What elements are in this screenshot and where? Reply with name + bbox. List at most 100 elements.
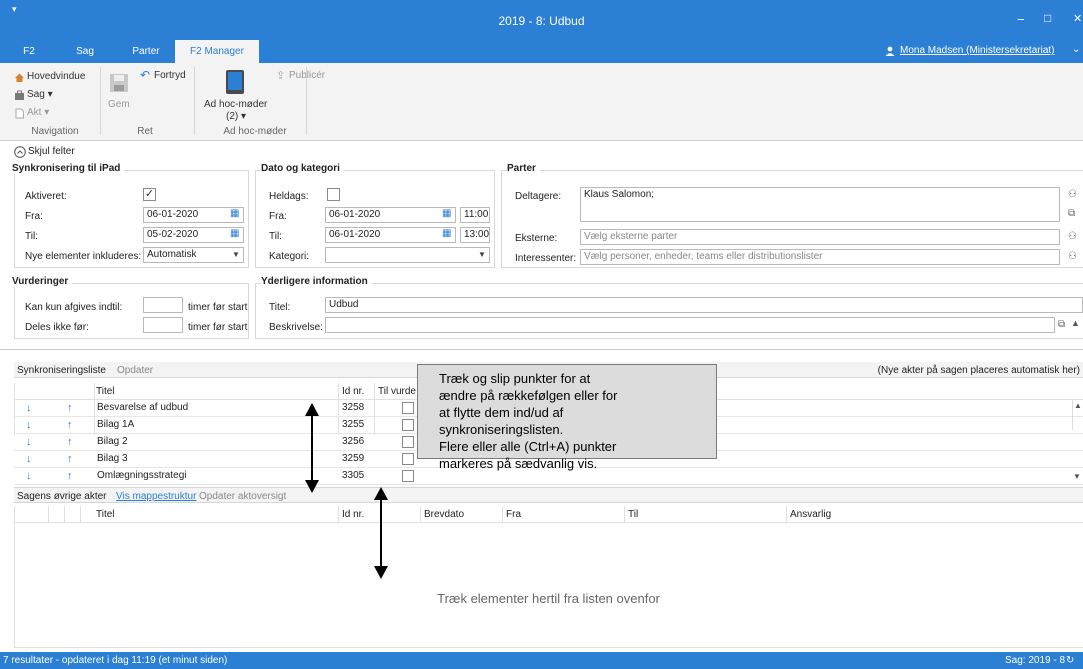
skjul-felter-toggle[interactable]: Skjul felter (14, 146, 94, 160)
dato-til-time-input[interactable]: 13:00 (460, 227, 490, 243)
move-down-icon[interactable]: ↓ (26, 451, 32, 467)
afgives-input[interactable] (143, 297, 183, 313)
tab-f2[interactable]: F2 (14, 40, 44, 63)
scroll-down-icon[interactable]: ▼ (1073, 472, 1081, 481)
row-checkbox[interactable] (402, 470, 414, 482)
interessenter-input[interactable]: Vælg personer, enheder, teams eller dist… (580, 249, 1060, 265)
col-fra[interactable]: Fra (506, 509, 521, 520)
sync-fra-date-input[interactable]: 06-01-2020 (143, 207, 244, 223)
col-brevdato[interactable]: Brevdato (424, 509, 464, 520)
callout-line: Træk og slip punkter for at (439, 371, 591, 386)
akt-dropdown-button[interactable]: Akt ▾ (14, 107, 64, 121)
deltagere-input[interactable]: Klaus Salomon; (580, 187, 1060, 222)
move-up-icon[interactable]: ↑ (67, 417, 73, 433)
move-down-icon[interactable]: ↓ (26, 400, 32, 416)
undo-icon: ↶ (140, 68, 151, 82)
sag-dropdown-button[interactable]: Sag ▾ (14, 89, 64, 103)
sync-til-label: Til: (25, 231, 38, 242)
adhoc-moder-button[interactable]: Ad hoc-møder (2) ▾ (200, 69, 270, 125)
scroll-up-icon[interactable]: ▲ (1074, 401, 1082, 410)
col-id[interactable]: Id nr. (342, 386, 364, 397)
splitter[interactable] (0, 349, 1083, 350)
refresh-icon[interactable]: ↻ (1066, 652, 1074, 669)
sync-til-date-input[interactable]: 05-02-2020 (143, 227, 244, 243)
sync-list-tab[interactable]: Synkroniseringsliste (17, 365, 106, 376)
gem-label: Gem (108, 99, 130, 110)
people-picker-icon[interactable]: ⚇ (1068, 189, 1077, 200)
col-ansvarlig[interactable]: Ansvarlig (790, 509, 831, 520)
parter-heading: Parter (507, 163, 540, 174)
move-up-icon[interactable]: ↑ (67, 468, 73, 484)
col-titel[interactable]: Titel (96, 509, 115, 520)
col-til[interactable]: Til (628, 509, 638, 520)
eksterne-input[interactable]: Vælg eksterne parter (580, 229, 1060, 245)
row-id: 3258 (342, 402, 365, 413)
grid-line (786, 506, 787, 523)
close-button[interactable]: ✕ (1073, 12, 1082, 25)
col-titel[interactable]: Titel (96, 386, 115, 397)
row-checkbox[interactable] (402, 436, 414, 448)
sync-list-update-link[interactable]: Opdater (117, 365, 153, 376)
beskrivelse-input[interactable] (325, 317, 1055, 333)
maximize-button[interactable]: □ (1044, 11, 1051, 25)
people-picker-icon[interactable]: ⚇ (1068, 231, 1077, 242)
vis-mappestruktur-link[interactable]: Vis mappestruktur (116, 491, 196, 502)
heldags-checkbox[interactable] (327, 188, 340, 201)
sync-til-value: 05-02-2020 (147, 229, 199, 240)
grid-line (80, 506, 81, 523)
kategori-select[interactable] (325, 247, 490, 263)
col-id[interactable]: Id nr. (342, 509, 364, 520)
sync-fra-label: Fra: (25, 211, 43, 222)
calendar-icon[interactable]: ▦ (230, 228, 239, 239)
hovedvindue-button[interactable]: Hovedvindue (14, 71, 100, 85)
gem-button[interactable]: Gem (106, 73, 132, 113)
move-down-icon[interactable]: ↓ (26, 417, 32, 433)
people-picker-icon[interactable]: ⚇ (1068, 251, 1077, 262)
titel-input[interactable]: Udbud (325, 297, 1083, 313)
expand-icon[interactable]: ⧉ (1058, 319, 1065, 330)
aktiveret-label: Aktiveret: (25, 191, 67, 202)
nye-elementer-select[interactable]: Automatisk (143, 247, 244, 263)
sync-list-scrollbar[interactable]: ▲ (1072, 400, 1083, 430)
calendar-icon[interactable]: ▦ (442, 228, 451, 239)
minimize-button[interactable]: − (1017, 12, 1025, 27)
tab-sag[interactable]: Sag (68, 40, 102, 63)
row-checkbox[interactable] (402, 402, 414, 414)
move-up-icon[interactable]: ↑ (67, 400, 73, 416)
move-down-icon[interactable]: ↓ (26, 468, 32, 484)
user-name-link[interactable]: Mona Madsen (Ministersekretariat) (900, 45, 1055, 56)
aktiveret-checkbox[interactable]: ✓ (143, 188, 156, 201)
move-up-icon[interactable]: ↑ (67, 451, 73, 467)
nye-elementer-value: Automatisk (147, 249, 197, 260)
opdater-aktoversigt-link[interactable]: Opdater aktoversigt (199, 491, 286, 502)
col-til-vurdering[interactable]: Til vurde (378, 386, 416, 397)
dato-til-date-input[interactable]: 06-01-2020 (325, 227, 456, 243)
dato-fra-date-input[interactable]: 06-01-2020 (325, 207, 456, 223)
move-up-icon[interactable]: ↑ (67, 434, 73, 450)
ribbon-overflow-icon[interactable]: ⌄ (1072, 44, 1080, 55)
grid-line (624, 506, 625, 523)
move-down-icon[interactable]: ↓ (26, 434, 32, 450)
calendar-icon[interactable]: ▦ (442, 208, 451, 219)
dato-fra-time-input[interactable]: 11:00 (460, 207, 490, 223)
parter-section-top (501, 170, 1083, 171)
fortryd-button[interactable]: ↶ Fortryd (140, 68, 190, 84)
deles-input[interactable] (143, 317, 183, 333)
tab-f2-manager[interactable]: F2 Manager (175, 40, 259, 63)
tab-parter[interactable]: Parter (122, 40, 170, 63)
row-checkbox[interactable] (402, 453, 414, 465)
scroll-up-icon[interactable]: ▲ (1071, 318, 1080, 328)
interessenter-label: Interessenter: (515, 253, 577, 264)
row-checkbox[interactable] (402, 419, 414, 431)
other-list-tab[interactable]: Sagens øvrige akter (17, 491, 107, 502)
status-right: Sag: 2019 - 8 (1005, 655, 1066, 666)
chevron-down-icon: ▼ (232, 250, 240, 259)
other-list-body[interactable] (14, 523, 1083, 648)
callout-line: ændre på rækkefølgen eller for (439, 388, 618, 403)
akt-label: Akt ▾ (27, 107, 50, 118)
calendar-icon[interactable]: ▦ (230, 208, 239, 219)
ipad-icon (226, 70, 244, 94)
dato-fra-time-value: 11:00 (464, 209, 489, 220)
callout-line: at flytte dem ind/ud af (439, 405, 564, 420)
expand-icon[interactable]: ⧉ (1068, 208, 1075, 219)
